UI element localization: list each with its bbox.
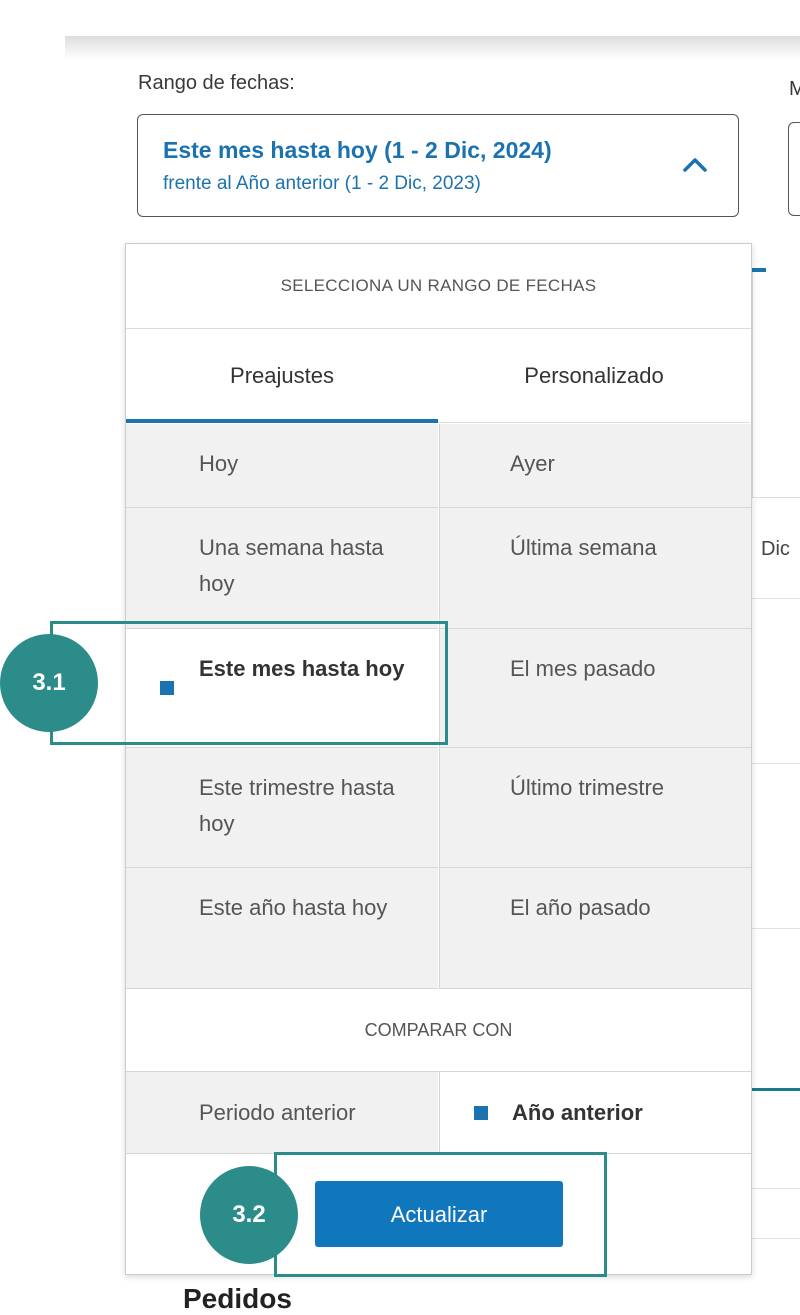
- selected-range-text: Este mes hasta hoy (1 - 2 Dic, 2024): [163, 137, 552, 163]
- compare-previous-year[interactable]: Año anterior: [439, 1072, 751, 1154]
- preset-last-month[interactable]: El mes pasado: [439, 629, 751, 748]
- preset-year-to-date[interactable]: Este año hasta hoy: [126, 868, 438, 989]
- tab-presets[interactable]: Preajustes: [126, 329, 438, 423]
- preset-quarter-to-date[interactable]: Este trimestre hasta hoy: [126, 748, 438, 868]
- date-range-label: Rango de fechas:: [138, 72, 295, 94]
- background-month-label: Dic: [761, 538, 790, 560]
- section-title: Pedidos: [183, 1283, 292, 1314]
- secondary-select[interactable]: [788, 122, 800, 216]
- background-divider: [752, 598, 800, 599]
- preset-today[interactable]: Hoy: [126, 424, 438, 508]
- preset-last-week[interactable]: Última semana: [439, 508, 751, 629]
- date-range-dropdown: SELECCIONA UN RANGO DE FECHAS Preajustes…: [125, 243, 752, 1275]
- background-divider: [752, 1188, 800, 1189]
- compare-header: COMPARAR CON: [126, 989, 751, 1072]
- secondary-label: M: [789, 78, 800, 100]
- background-chart-line: [752, 1088, 800, 1091]
- background-accent: [752, 268, 766, 272]
- chevron-up-icon[interactable]: [682, 157, 708, 178]
- compare-range-text: frente al Año anterior (1 - 2 Dic, 2023): [163, 173, 481, 194]
- date-range-select[interactable]: Este mes hasta hoy (1 - 2 Dic, 2024) fre…: [137, 114, 739, 217]
- compare-previous-period[interactable]: Periodo anterior: [126, 1072, 438, 1154]
- preset-week-to-date[interactable]: Una semana hasta hoy: [126, 508, 438, 629]
- preset-yesterday[interactable]: Ayer: [439, 424, 751, 508]
- background-divider: [752, 763, 800, 764]
- top-shadow: [65, 36, 800, 60]
- callout-step-badge: 3.1: [0, 634, 98, 732]
- background-panel: [752, 268, 800, 498]
- preset-last-year[interactable]: El año pasado: [439, 868, 751, 989]
- dropdown-header: SELECCIONA UN RANGO DE FECHAS: [126, 244, 751, 329]
- callout-step-badge: 3.2: [200, 1166, 298, 1264]
- tab-custom[interactable]: Personalizado: [438, 329, 750, 423]
- preset-last-quarter[interactable]: Último trimestre: [439, 748, 751, 868]
- background-divider: [752, 928, 800, 929]
- selected-indicator-icon: [474, 1106, 488, 1120]
- callout-highlight-box: [274, 1152, 607, 1277]
- callout-highlight-box: [50, 621, 448, 745]
- background-divider: [752, 1238, 800, 1239]
